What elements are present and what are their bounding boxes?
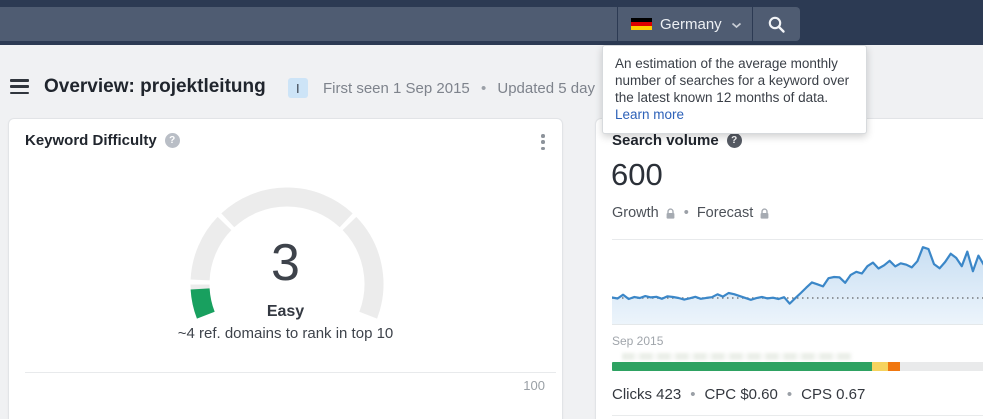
keyword-difficulty-card: Keyword Difficulty ? 3 Easy ~4 ref. doma…	[8, 118, 563, 419]
updated-text: Updated 5 day	[497, 80, 595, 97]
sv-card-title: Search volume	[612, 132, 719, 149]
separator-dot: •	[786, 386, 793, 403]
scale-max-label: 100	[523, 378, 545, 393]
separator-dot: •	[690, 386, 696, 403]
germany-flag-icon	[631, 17, 652, 31]
volume-trend-chart[interactable]	[610, 239, 983, 325]
search-icon	[768, 16, 785, 33]
meta-separator: •	[480, 80, 487, 97]
info-badge[interactable]: I	[288, 78, 308, 98]
kebab-menu-icon[interactable]	[536, 133, 550, 151]
menu-icon[interactable]	[10, 79, 29, 94]
difficulty-note: ~4 ref. domains to rank in top 10	[177, 325, 394, 342]
keyword-meta: First seen 1 Sep 2015 • Updated 5 day	[323, 80, 595, 97]
search-button[interactable]	[753, 7, 800, 41]
tooltip-text: An estimation of the average monthly num…	[615, 56, 850, 105]
metrics-row: Clicks 423 • CPC $0.60 • CPS 0.67	[612, 386, 865, 403]
cpc-metric: CPC $0.60	[704, 386, 778, 403]
volume-line-chart	[610, 246, 983, 324]
difficulty-value: 3	[271, 234, 300, 292]
chevron-down-icon	[731, 22, 741, 28]
clicks-metric: Clicks 423	[612, 386, 682, 403]
first-seen-text: First seen 1 Sep 2015	[323, 80, 470, 97]
clicks-distribution-bar[interactable]	[612, 362, 983, 371]
separator-dot: •	[683, 205, 689, 221]
card-divider	[612, 415, 983, 416]
page-title: Overview: projektleitung	[44, 76, 266, 97]
growth-toggle[interactable]: Growth	[612, 205, 659, 221]
kd-card-title: Keyword Difficulty	[25, 132, 157, 149]
blurred-locked-row	[622, 353, 852, 360]
gauge-text-block: 3 Easy ~4 ref. domains to rank in top 10	[9, 235, 562, 342]
difficulty-label: Easy	[266, 303, 305, 320]
cps-metric: CPS 0.67	[801, 386, 866, 403]
forecast-toggle[interactable]: Forecast	[697, 205, 753, 221]
app-screen: Germany An estimation of the average mon…	[0, 0, 983, 419]
help-icon[interactable]: ?	[164, 133, 180, 148]
x-axis-tick: Sep 2015	[612, 334, 664, 348]
card-divider	[25, 372, 556, 373]
learn-more-link[interactable]: Learn more	[615, 107, 684, 122]
search-volume-tooltip: An estimation of the average monthly num…	[602, 45, 867, 134]
growth-forecast-row: Growth • Forecast	[612, 205, 770, 221]
top-navigation-bar: Germany	[0, 0, 983, 45]
country-selector[interactable]: Germany	[618, 7, 752, 41]
lock-icon	[760, 207, 769, 219]
lock-icon	[666, 207, 675, 219]
help-icon-active[interactable]: ?	[726, 133, 742, 148]
search-volume-card: Search volume ? 600 Growth • Forecast Se…	[595, 118, 983, 419]
country-label: Germany	[660, 15, 722, 33]
search-volume-value: 600	[611, 157, 663, 192]
